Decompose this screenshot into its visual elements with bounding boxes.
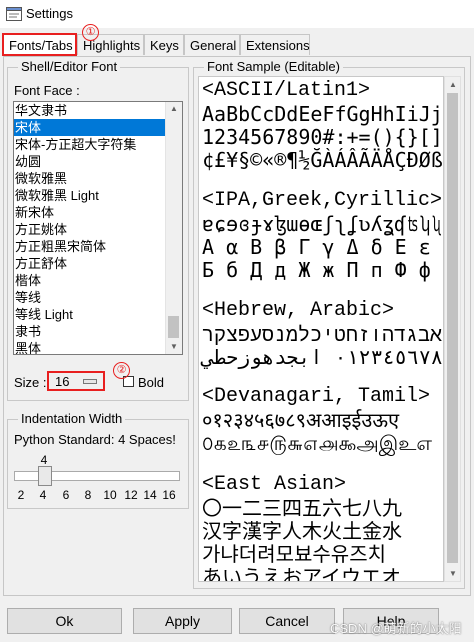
- font-size-value: 16: [55, 374, 70, 389]
- font-face-list[interactable]: 华文隶书 宋体 宋体-方正超大字符集 幼圆 微软雅黑 微软雅黑 Light 新宋…: [13, 101, 183, 355]
- font-sample-legend: Font Sample (Editable): [204, 59, 343, 74]
- font-list-item[interactable]: 方正舒体: [14, 255, 167, 272]
- font-list-item[interactable]: 等线: [14, 289, 167, 306]
- tick-label: 16: [162, 488, 176, 502]
- font-sample-scroll-thumb[interactable]: [447, 93, 458, 563]
- sample-line: Α α Β β Γ γ Δ δ Ε ε Ζ: [202, 235, 444, 259]
- sample-line: ¢£¥§©«®¶½ĞÀÁÂÃÄÅÇÐØß: [202, 148, 443, 172]
- font-list-item[interactable]: 宋体-方正超大字符集: [14, 136, 167, 153]
- scroll-up-arrow-icon[interactable]: ▲: [166, 102, 182, 116]
- sample-line: ௦௧௨௩௪௫௬௭௮௯அஇஉஎ: [202, 431, 432, 455]
- font-list-scrollbar[interactable]: ▲ ▼: [165, 102, 182, 354]
- font-size-dropdown[interactable]: 16: [47, 371, 105, 391]
- indent-slider-thumb[interactable]: [38, 466, 52, 486]
- tab-extensions[interactable]: Extensions: [240, 34, 310, 55]
- font-sample-text[interactable]: <ASCII/Latin1> AaBbCcDdEeFfGgHhIiJj 1234…: [198, 76, 444, 582]
- tick-label: 8: [84, 488, 92, 502]
- font-list-item[interactable]: 华文隶书: [14, 102, 167, 119]
- sample-line: 〇一二三四五六七八九: [202, 496, 402, 520]
- tab-general[interactable]: General: [184, 34, 240, 55]
- sample-line: 1234567890#:+=(){}[]: [202, 125, 443, 149]
- tick-label: 14: [143, 488, 157, 502]
- sample-line: אבגדהוזחטיכלמנסעפצקר: [202, 322, 443, 346]
- shell-editor-font-legend: Shell/Editor Font: [18, 59, 121, 74]
- font-list-item[interactable]: 楷体: [14, 272, 167, 289]
- sample-line: <ASCII/Latin1>: [202, 79, 371, 102]
- window-title: Settings: [26, 6, 73, 21]
- sample-line: <Hebrew, Arabic>: [202, 299, 395, 322]
- sample-line: あいうえおアイウエオ: [202, 565, 401, 582]
- font-sample-scrollbar[interactable]: ▲ ▼: [444, 76, 461, 582]
- annotation-marker-2: ②: [113, 362, 130, 379]
- font-list-item-selected[interactable]: 宋体: [14, 119, 167, 136]
- scroll-down-arrow-icon[interactable]: ▼: [445, 566, 461, 581]
- font-face-label: Font Face :: [14, 83, 80, 98]
- sample-line: 汉字漢字人木火土金水: [202, 519, 402, 543]
- indent-value-label: 4: [40, 453, 48, 467]
- scroll-down-arrow-icon[interactable]: ▼: [166, 340, 182, 354]
- settings-app-icon: [6, 7, 22, 21]
- indentation-width-legend: Indentation Width: [18, 411, 126, 426]
- sample-line: Б б Д д Ж ж П п Ф ф: [202, 258, 431, 282]
- watermark: CSDN @萌新的小太阳: [330, 621, 462, 636]
- font-list-item[interactable]: 方正姚体: [14, 221, 167, 238]
- sample-line: <IPA,Greek,Cyrillic>: [202, 189, 443, 212]
- font-list-item[interactable]: 幼圆: [14, 153, 167, 170]
- font-list-item[interactable]: 新宋体: [14, 204, 167, 221]
- sample-line: ٠١٢٣٤٥٦٧٨٩ ابجدهوزحطي: [202, 345, 444, 369]
- font-list-item[interactable]: 隶书: [14, 323, 167, 340]
- tick-label: 12: [124, 488, 138, 502]
- tab-fonts-tabs[interactable]: Fonts/Tabs: [2, 33, 77, 56]
- tick-label: 2: [17, 488, 25, 502]
- python-standard-note: Python Standard: 4 Spaces!: [14, 432, 176, 447]
- tab-bar: Fonts/Tabs Highlights Keys General Exten…: [0, 33, 474, 56]
- tick-label: 4: [39, 488, 47, 502]
- sample-line: AaBbCcDdEeFfGgHhIiJj: [202, 102, 443, 126]
- font-list-scroll-thumb[interactable]: [168, 316, 179, 338]
- apply-button[interactable]: Apply: [133, 608, 232, 634]
- tick-label: 10: [103, 488, 117, 502]
- font-list-item[interactable]: 微软雅黑: [14, 170, 167, 187]
- sample-line: <East Asian>: [202, 473, 347, 496]
- bold-label: Bold: [138, 375, 165, 390]
- font-list-item[interactable]: 黑体: [14, 340, 167, 354]
- font-list-item[interactable]: 等线 Light: [14, 306, 167, 323]
- sample-line: ०१२३४५६७८९अआइईउऊए: [202, 408, 400, 432]
- indent-slider-ticks: 2 4 6 8 10 12 14 16: [14, 488, 184, 502]
- sample-line: 가냐더려모뵤수유즈치: [202, 542, 386, 566]
- cancel-button[interactable]: Cancel: [239, 608, 335, 634]
- ok-button[interactable]: Ok: [7, 608, 122, 634]
- font-list-item[interactable]: 微软雅黑 Light: [14, 187, 167, 204]
- sample-line: <Devanagari, Tamil>: [202, 385, 431, 408]
- title-bar: Settings: [0, 0, 474, 28]
- scroll-up-arrow-icon[interactable]: ▲: [445, 77, 461, 92]
- tab-keys[interactable]: Keys: [144, 34, 184, 55]
- dropdown-indicator-icon: [83, 379, 97, 384]
- tick-label: 6: [62, 488, 70, 502]
- sample-line: ɐɕɘɞɟɤɮɯɵɶʃʅʆʋʎʓʠʦʮʯ: [202, 212, 443, 236]
- size-label: Size :: [14, 375, 47, 390]
- annotation-marker-1: ①: [82, 24, 99, 41]
- font-list-item[interactable]: 方正粗黑宋简体: [14, 238, 167, 255]
